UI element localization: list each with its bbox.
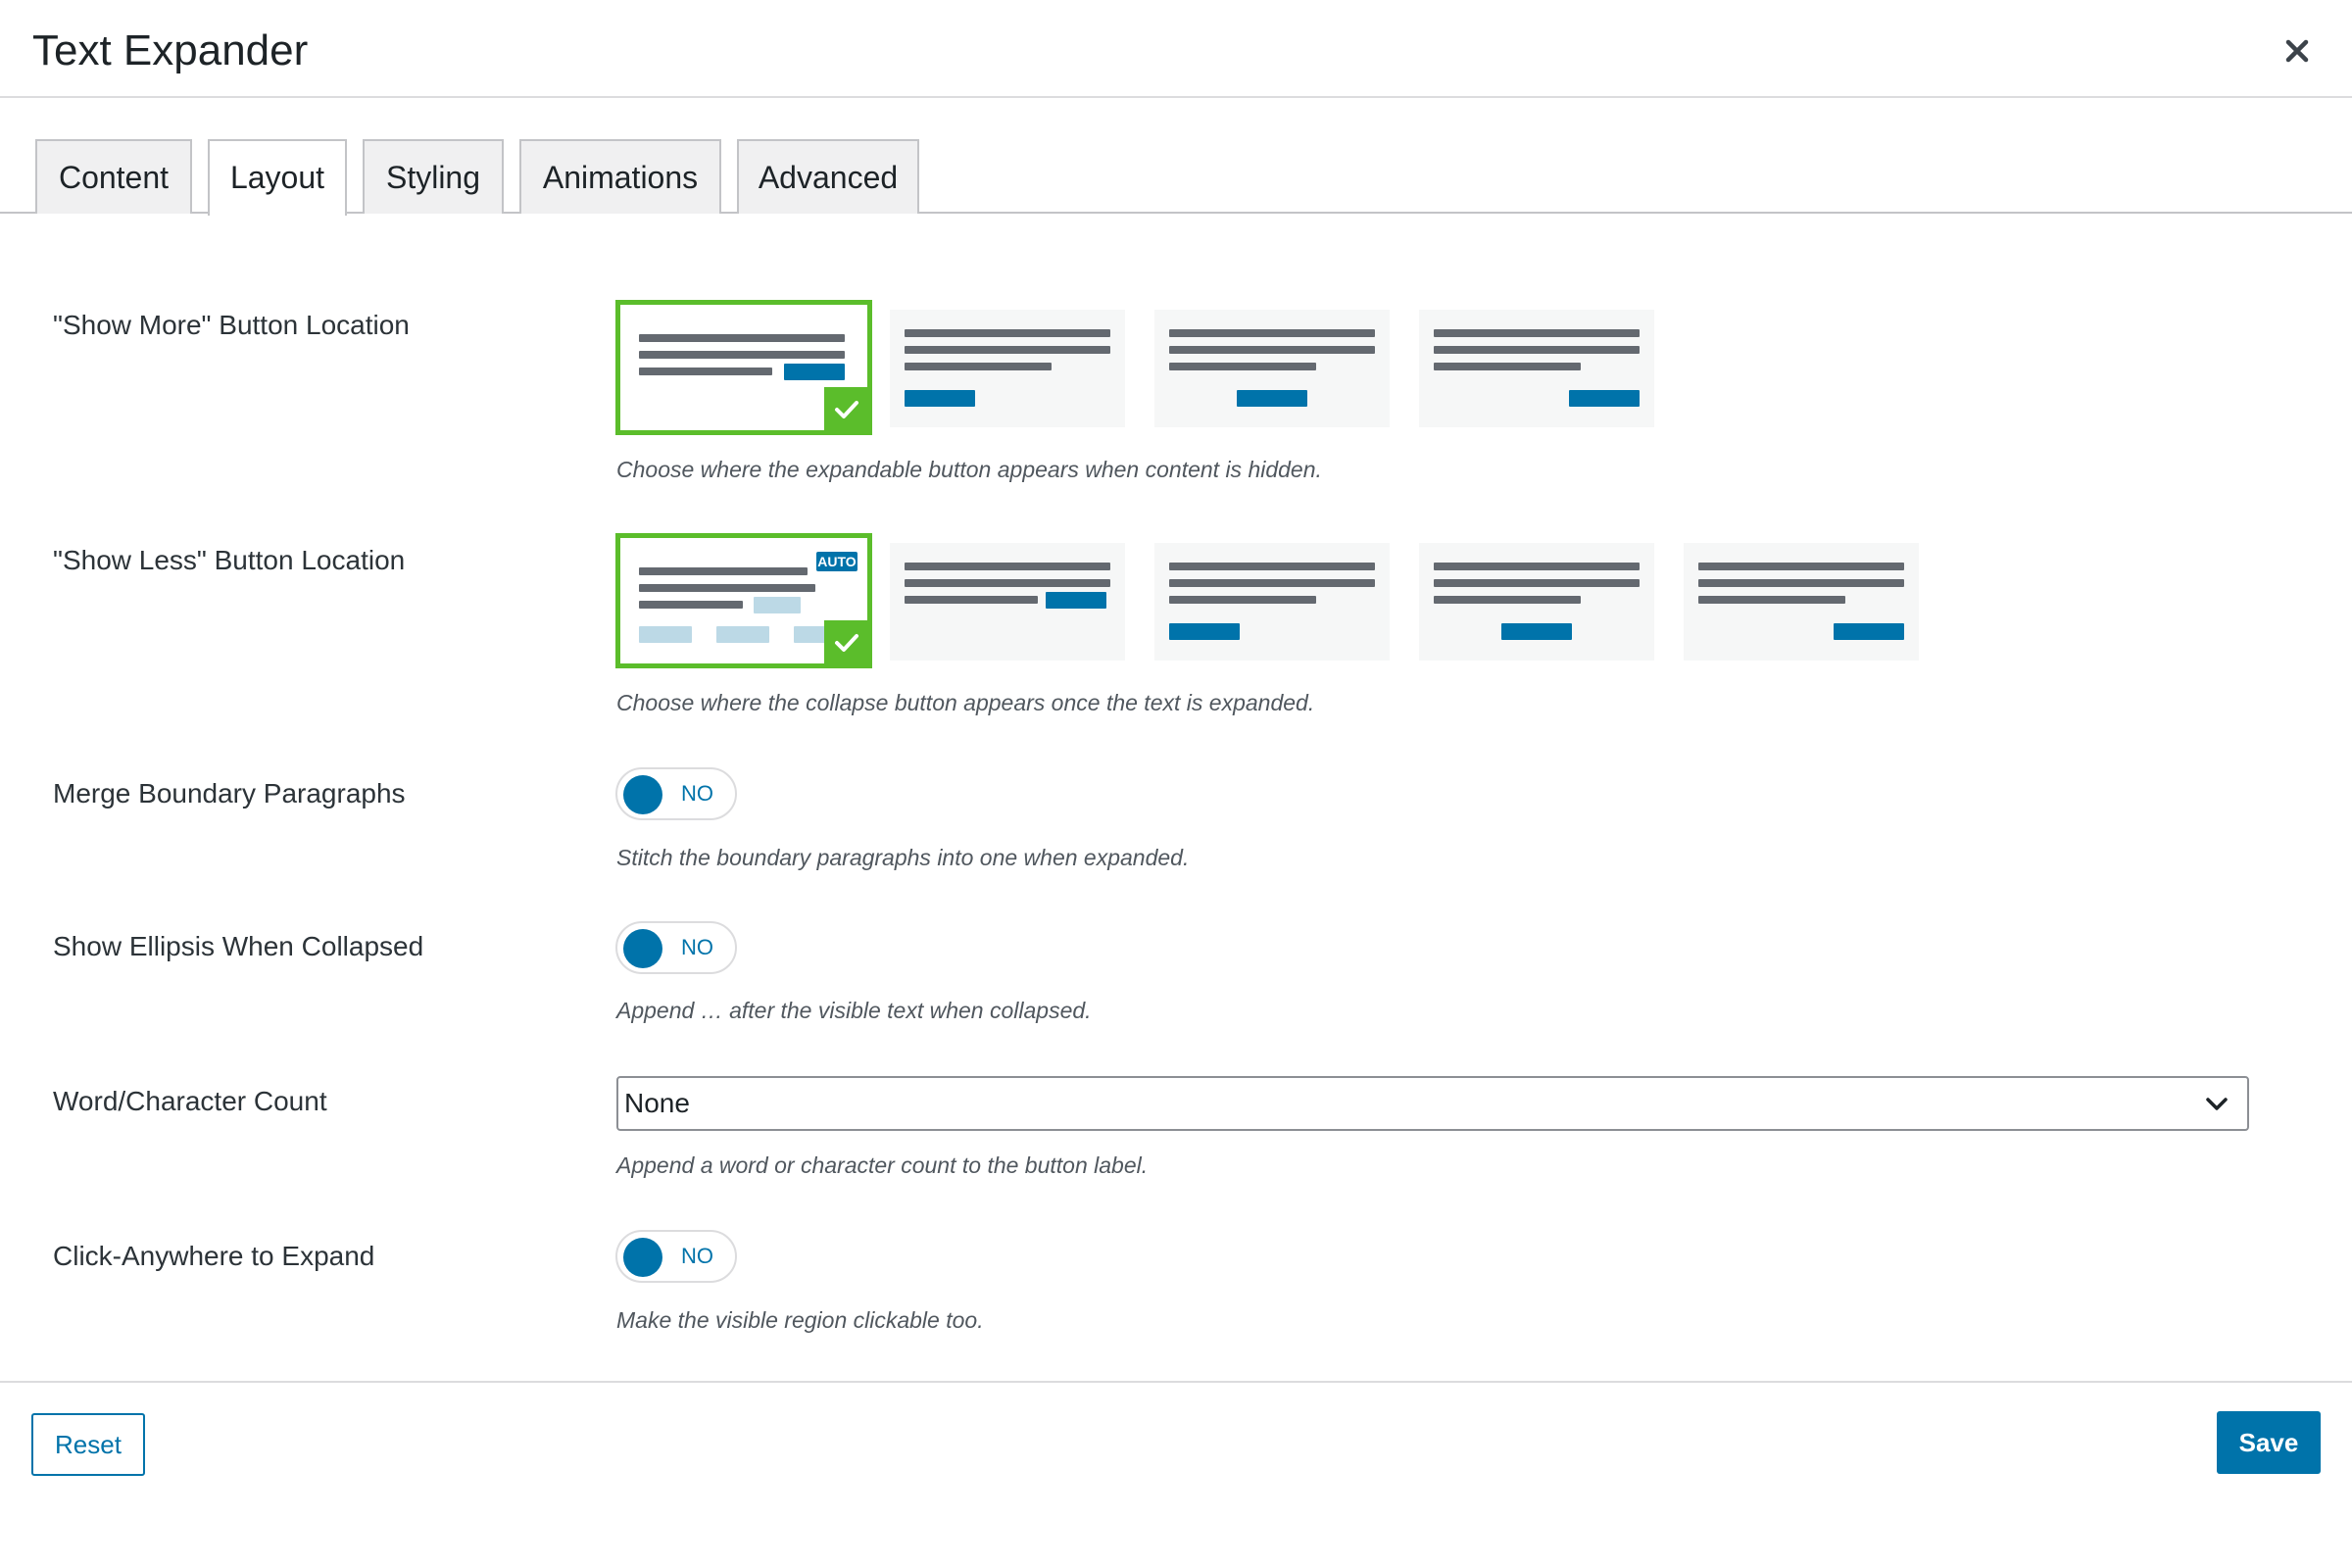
- button-preview: [1569, 390, 1640, 407]
- toggle-state: NO: [681, 781, 713, 806]
- ellipsis-help: Append … after the visible text when col…: [616, 998, 1092, 1023]
- dialog-title: Text Expander: [32, 26, 309, 74]
- reset-button[interactable]: Reset: [31, 1413, 145, 1476]
- show-less-option-4[interactable]: [1419, 543, 1654, 661]
- auto-badge: AUTO: [816, 552, 858, 571]
- close-button[interactable]: [2270, 24, 2325, 78]
- show-more-option-2[interactable]: [890, 310, 1125, 427]
- merge-help: Stitch the boundary paragraphs into one …: [616, 845, 1190, 870]
- toggle-knob: [623, 929, 662, 968]
- text-line: [905, 596, 1038, 604]
- tab-animations[interactable]: Animations: [519, 139, 721, 214]
- button-preview: [1169, 623, 1240, 640]
- text-line: [639, 584, 815, 592]
- text-line: [905, 363, 1052, 370]
- text-line: [1434, 363, 1581, 370]
- show-less-label: "Show Less" Button Location: [53, 545, 406, 575]
- count-select-value: None: [624, 1088, 690, 1118]
- tab-advanced[interactable]: Advanced: [737, 139, 919, 214]
- show-more-option-1[interactable]: [615, 300, 872, 435]
- ellipsis-label: Show Ellipsis When Collapsed: [53, 931, 424, 961]
- footer-divider: [0, 1381, 2352, 1383]
- text-line: [905, 563, 1110, 570]
- tab-styling[interactable]: Styling: [363, 139, 504, 214]
- button-preview: [784, 364, 845, 380]
- check-icon: [835, 401, 858, 418]
- text-line: [1169, 329, 1375, 337]
- text-line: [639, 368, 772, 375]
- text-line: [639, 351, 845, 359]
- close-icon: [2285, 39, 2309, 63]
- text-line: [639, 567, 808, 575]
- text-line: [1698, 596, 1845, 604]
- text-line: [1434, 563, 1640, 570]
- text-line: [1434, 346, 1640, 354]
- dialog-header: Text Expander: [0, 0, 2352, 98]
- button-preview: [905, 390, 975, 407]
- text-line: [1434, 329, 1640, 337]
- show-less-option-3[interactable]: [1154, 543, 1390, 661]
- button-preview: [1237, 390, 1307, 407]
- merge-label: Merge Boundary Paragraphs: [53, 778, 406, 808]
- text-line: [639, 334, 845, 342]
- check-icon: [835, 634, 858, 652]
- count-select[interactable]: None: [616, 1076, 2249, 1131]
- toggle-knob: [623, 775, 662, 814]
- click-anywhere-help: Make the visible region clickable too.: [616, 1307, 984, 1333]
- selected-check: [824, 387, 869, 432]
- show-more-help: Choose where the expandable button appea…: [616, 457, 1322, 482]
- text-line: [1698, 579, 1904, 587]
- text-line: [1169, 596, 1316, 604]
- text-line: [1169, 563, 1375, 570]
- button-preview: [1501, 623, 1572, 640]
- text-line: [1434, 579, 1640, 587]
- faded-button-preview: [716, 626, 769, 643]
- text-line: [1698, 563, 1904, 570]
- chevron-down-icon: [2206, 1098, 2228, 1110]
- show-less-help: Choose where the collapse button appears…: [616, 690, 1315, 715]
- toggle-state: NO: [681, 1244, 713, 1268]
- show-more-label: "Show More" Button Location: [53, 310, 410, 340]
- tab-bar: Content Layout Styling Animations Advanc…: [0, 98, 2352, 216]
- text-line: [905, 346, 1110, 354]
- show-less-option-1[interactable]: AUTO: [615, 533, 872, 668]
- button-preview: [1834, 623, 1904, 640]
- show-less-option-5[interactable]: [1684, 543, 1919, 661]
- toggle-knob: [623, 1238, 662, 1277]
- selected-check: [824, 620, 869, 665]
- faded-button-preview: [754, 597, 801, 613]
- click-anywhere-toggle[interactable]: NO: [615, 1230, 737, 1283]
- text-line: [639, 601, 743, 609]
- tab-content[interactable]: Content: [35, 139, 192, 214]
- save-button[interactable]: Save: [2217, 1411, 2321, 1474]
- ellipsis-toggle[interactable]: NO: [615, 921, 737, 974]
- show-less-option-2[interactable]: [890, 543, 1125, 661]
- text-line: [1169, 346, 1375, 354]
- text-line: [1434, 596, 1581, 604]
- button-preview: [1046, 592, 1106, 609]
- toggle-state: NO: [681, 935, 713, 959]
- count-label: Word/Character Count: [53, 1086, 327, 1116]
- count-help: Append a word or character count to the …: [616, 1152, 1149, 1178]
- show-more-option-4[interactable]: [1419, 310, 1654, 427]
- text-line: [905, 329, 1110, 337]
- merge-toggle[interactable]: NO: [615, 767, 737, 820]
- show-more-option-3[interactable]: [1154, 310, 1390, 427]
- faded-button-preview: [639, 626, 692, 643]
- text-line: [1169, 579, 1375, 587]
- text-line: [905, 579, 1110, 587]
- tab-layout[interactable]: Layout: [208, 139, 347, 216]
- text-line: [1169, 363, 1316, 370]
- click-anywhere-label: Click-Anywhere to Expand: [53, 1241, 375, 1271]
